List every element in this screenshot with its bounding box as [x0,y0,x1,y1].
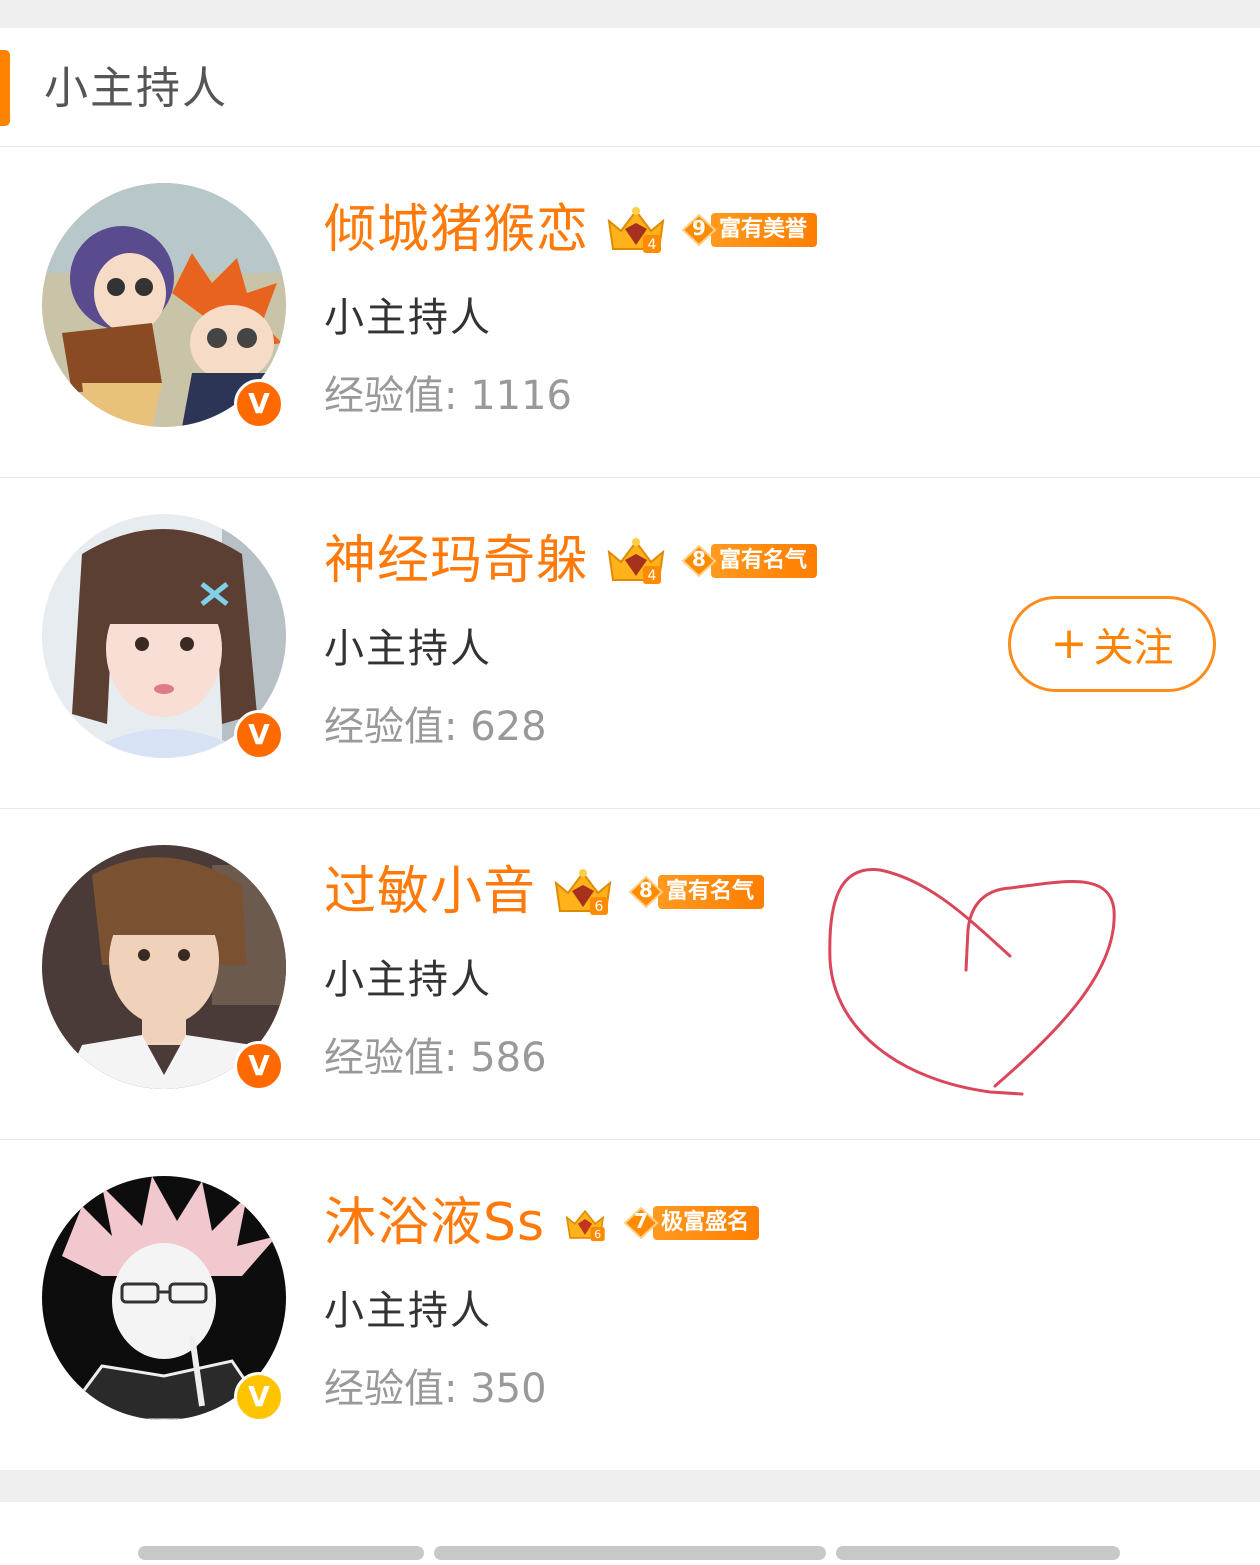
section-title: 小主持人 [44,63,228,114]
section-header: 小主持人 [0,28,1260,147]
section-accent-bar [0,50,10,126]
user-name[interactable]: 倾城猪猴恋 [324,197,589,263]
verified-badge-icon: V [234,379,284,429]
user-role: 小主持人 [324,1288,492,1334]
avatar[interactable]: V [42,845,286,1091]
svg-text:6: 6 [595,899,604,915]
user-exp: 经验值: 1116 [324,373,572,419]
bottom-spacer [0,1470,1260,1502]
user-exp: 经验值: 350 [324,1366,547,1412]
user-role: 小主持人 [324,626,492,672]
scroll-indicator [434,1546,826,1560]
svg-text:4: 4 [648,237,657,253]
follow-label: 关注 [1093,625,1174,671]
avatar[interactable]: V [42,1176,286,1422]
avatar[interactable]: V [42,514,286,760]
reputation-badge: 8 富有名气 [628,873,765,911]
user-role: 小主持人 [324,295,492,341]
verified-badge-icon: V [234,710,284,760]
avatar[interactable]: V [42,183,286,429]
user-name[interactable]: 过敏小音 [324,859,536,925]
scroll-indicator [138,1546,424,1560]
crown-level-icon: 6 [554,869,612,915]
verified-badge-icon: V [234,1041,284,1091]
user-exp: 经验值: 586 [324,1035,547,1081]
reputation-badge: 9 富有美誉 [681,211,818,249]
reputation-badge: 8 富有名气 [681,542,818,580]
user-row[interactable]: V 沐浴液Ss 6 7 极富盛名 小主持人 经验值: 350 [0,1140,1260,1471]
scroll-indicator [836,1546,1120,1560]
user-row[interactable]: V 倾城猪猴恋 4 9 富有美誉 小主持人 经验值: 1116 [0,147,1260,478]
crown-level-icon: 6 [565,1209,605,1242]
user-name[interactable]: 神经玛奇躲 [324,528,589,594]
bottom-bar [0,1502,1260,1565]
svg-text:6: 6 [594,1228,601,1241]
heart-drawing-icon [828,868,1116,1096]
reputation-badge: 7 极富盛名 [623,1204,760,1242]
user-name[interactable]: 沐浴液Ss [324,1190,545,1256]
svg-text:4: 4 [648,568,657,584]
plus-icon: + [1050,618,1088,669]
top-spacer [0,0,1260,28]
user-role: 小主持人 [324,957,492,1003]
user-exp: 经验值: 628 [324,704,547,750]
crown-level-icon: 4 [607,538,665,584]
verified-badge-icon: V [234,1372,284,1422]
follow-button[interactable]: + 关注 [1008,596,1216,692]
crown-level-icon: 4 [607,207,665,253]
user-row[interactable]: V 神经玛奇躲 4 8 富有名气 小主持人 经验值: 628 + 关注 [0,478,1260,809]
